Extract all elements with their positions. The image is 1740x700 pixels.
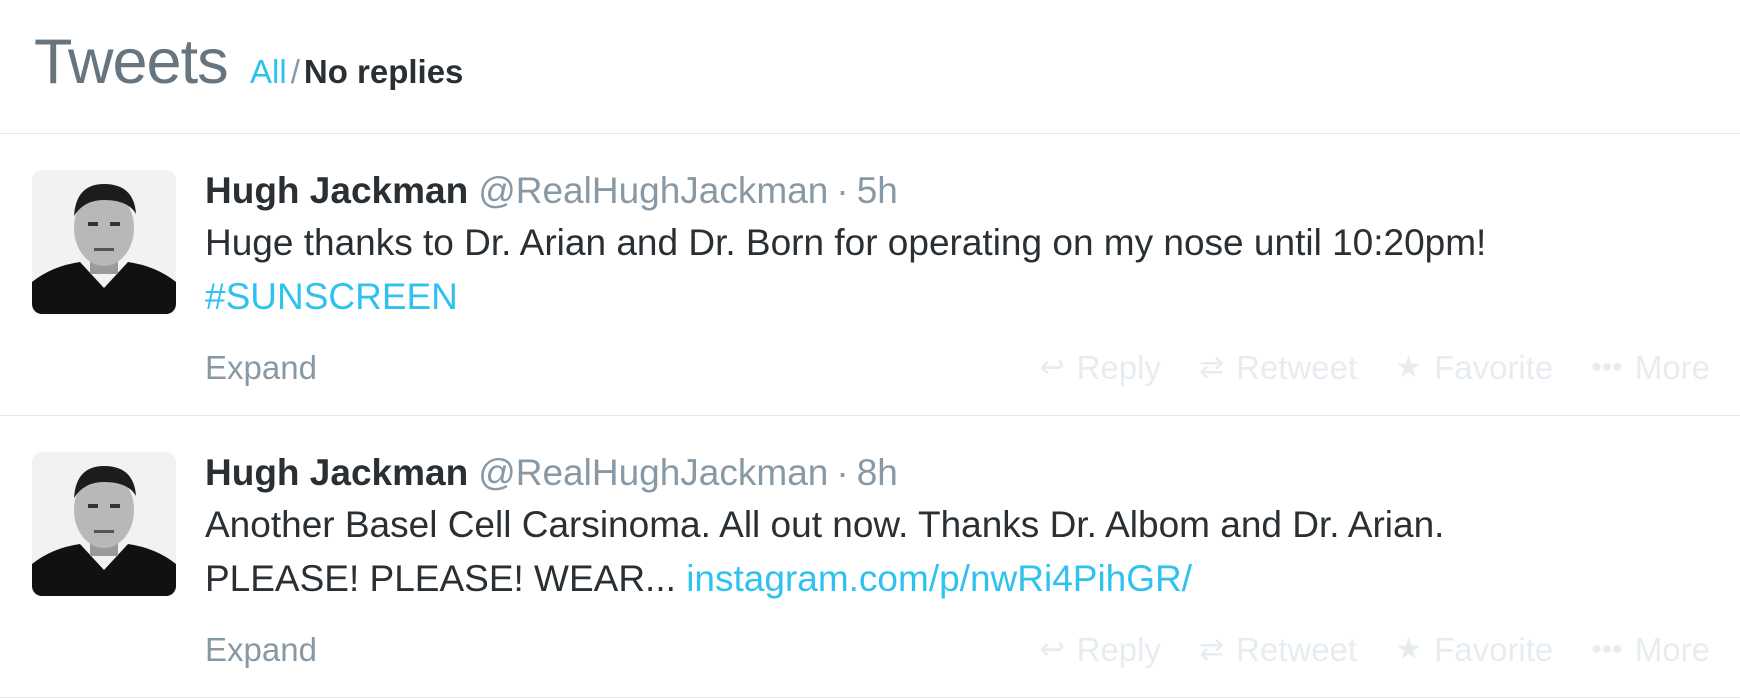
timeline-header: Tweets All / No replies	[0, 0, 1740, 134]
reply-button[interactable]: ↩ Reply	[1039, 628, 1161, 672]
retweet-label: Retweet	[1236, 349, 1358, 386]
more-label: More	[1634, 349, 1710, 386]
tweet-content: Hugh Jackman @RealHughJackman · 5h Huge tha…	[205, 168, 1710, 324]
retweet-label: Retweet	[1236, 631, 1358, 668]
tweet-text-line: Huge thanks to Dr. Arian and Dr. Born fo…	[205, 222, 1487, 263]
favorite-label: Favorite	[1434, 631, 1554, 668]
tweet-actions: ↩ Reply ⇄ Retweet ★ Favorite ••• More	[1039, 346, 1710, 390]
avatar[interactable]	[32, 170, 176, 314]
hashtag-link[interactable]: #SUNSCREEN	[205, 276, 458, 317]
separator-dot: ·	[836, 170, 849, 211]
favorite-label: Favorite	[1434, 349, 1554, 386]
tweet-text-line: #SUNSCREEN	[205, 270, 1710, 324]
tweet-author-name[interactable]: Hugh Jackman	[205, 170, 468, 211]
retweet-icon: ⇄	[1198, 633, 1225, 666]
url-link[interactable]: instagram.com/p/nwRi4PihGR/	[686, 558, 1192, 599]
star-icon: ★	[1395, 633, 1423, 666]
filter-all-link[interactable]: All	[250, 53, 287, 90]
favorite-button[interactable]: ★ Favorite	[1395, 346, 1553, 390]
retweet-button[interactable]: ⇄ Retweet	[1199, 346, 1357, 390]
tweet-username[interactable]: @RealHughJackman	[478, 170, 828, 211]
tweet-header: Hugh Jackman @RealHughJackman · 5h	[205, 168, 1710, 214]
reply-button[interactable]: ↩ Reply	[1039, 346, 1161, 390]
tweet-timestamp[interactable]: 8h	[857, 452, 898, 493]
tweet-header: Hugh Jackman @RealHughJackman · 8h	[205, 450, 1710, 496]
reply-arrow-icon: ↩	[1039, 633, 1065, 666]
retweet-icon: ⇄	[1198, 351, 1225, 384]
tweet-username[interactable]: @RealHughJackman	[478, 452, 828, 493]
reply-arrow-icon: ↩	[1039, 351, 1065, 384]
tweet-actions: ↩ Reply ⇄ Retweet ★ Favorite ••• More	[1039, 628, 1710, 672]
filter-separator: /	[290, 53, 300, 90]
reply-label: Reply	[1076, 631, 1161, 668]
separator-dot: ·	[836, 452, 849, 493]
tweet-text: Huge thanks to Dr. Arian and Dr. Born fo…	[205, 216, 1710, 324]
avatar[interactable]	[32, 452, 176, 596]
tweet-author-name[interactable]: Hugh Jackman	[205, 452, 468, 493]
ellipsis-icon: •••	[1591, 633, 1623, 666]
ellipsis-icon: •••	[1591, 351, 1623, 384]
more-label: More	[1634, 631, 1710, 668]
more-button[interactable]: ••• More	[1591, 628, 1710, 672]
reply-label: Reply	[1076, 349, 1161, 386]
star-icon: ★	[1395, 351, 1423, 384]
expand-link[interactable]: Expand	[205, 346, 317, 390]
page-title: Tweets	[34, 27, 229, 97]
tweet-item[interactable]: Hugh Jackman @RealHughJackman · 8h Another …	[0, 416, 1740, 698]
tweet-timestamp[interactable]: 5h	[857, 170, 898, 211]
favorite-button[interactable]: ★ Favorite	[1395, 628, 1553, 672]
tweet-text: Another Basel Cell Carsinoma. All out no…	[205, 498, 1710, 606]
filter-no-replies[interactable]: No replies	[304, 53, 464, 90]
tweet-footer: Expand ↩ Reply ⇄ Retweet ★ Favorite ••• More	[205, 346, 1710, 390]
retweet-button[interactable]: ⇄ Retweet	[1199, 628, 1357, 672]
tweet-item[interactable]: Hugh Jackman @RealHughJackman · 5h Huge tha…	[0, 134, 1740, 416]
tweet-content: Hugh Jackman @RealHughJackman · 8h Another …	[205, 450, 1710, 606]
tweet-text-line: Another Basel Cell Carsinoma. All out no…	[205, 504, 1445, 545]
tweet-text-line: PLEASE! PLEASE! WEAR... instagram.com/p/…	[205, 552, 1710, 606]
more-button[interactable]: ••• More	[1591, 346, 1710, 390]
expand-link[interactable]: Expand	[205, 628, 317, 672]
tweet-text-plain: PLEASE! PLEASE! WEAR...	[205, 558, 676, 599]
tweet-filters: All / No replies	[250, 52, 463, 92]
tweet-footer: Expand ↩ Reply ⇄ Retweet ★ Favorite ••• More	[205, 628, 1710, 672]
